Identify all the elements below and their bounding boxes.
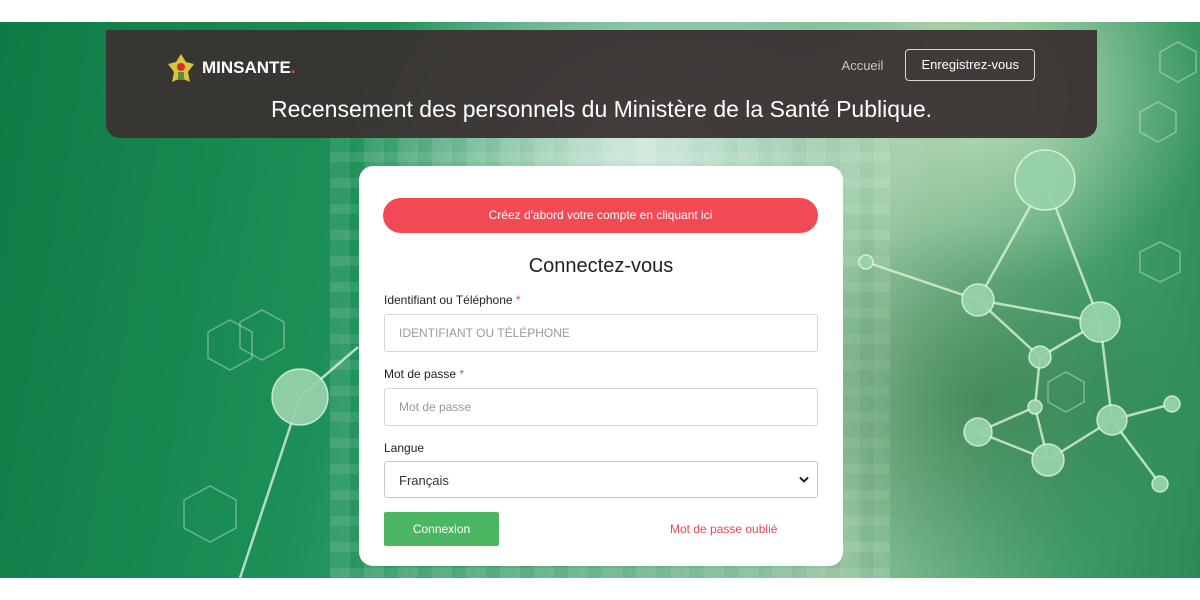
identifier-label: Identifiant ou Téléphone * xyxy=(384,293,521,307)
language-selected-value: Français xyxy=(399,473,449,488)
top-navigation-bar: MINSANTE . Accueil Enregistrez-vous Rece… xyxy=(106,30,1097,138)
identifier-input[interactable] xyxy=(384,314,818,352)
header-nav: Accueil Enregistrez-vous xyxy=(842,49,1035,81)
password-label: Mot de passe * xyxy=(384,367,464,381)
create-account-button[interactable]: Créez d'abord votre compte en cliquant i… xyxy=(383,198,818,233)
logo-text: MINSANTE xyxy=(202,58,291,77)
ministry-emblem-icon xyxy=(168,54,194,82)
required-marker: * xyxy=(515,293,521,307)
forgot-password-link[interactable]: Mot de passe oublié xyxy=(670,522,777,536)
chevron-down-icon xyxy=(799,476,809,483)
required-marker: * xyxy=(459,367,465,381)
language-select[interactable]: Français xyxy=(384,461,818,498)
password-input[interactable] xyxy=(384,388,818,426)
login-title: Connectez-vous xyxy=(528,255,674,277)
logo-dot: . xyxy=(290,58,296,77)
site-title: Recensement des personnels du Ministère … xyxy=(270,96,932,122)
language-label: Langue xyxy=(384,441,425,455)
nav-link-home[interactable]: Accueil xyxy=(842,58,884,73)
register-button[interactable]: Enregistrez-vous xyxy=(905,49,1035,81)
password-label-text: Mot de passe xyxy=(384,367,457,381)
login-card: Créez d'abord votre compte en cliquant i… xyxy=(359,166,843,566)
logo[interactable]: MINSANTE . xyxy=(166,52,296,84)
login-button[interactable]: Connexion xyxy=(384,512,499,546)
identifier-label-text: Identifiant ou Téléphone xyxy=(384,293,513,307)
